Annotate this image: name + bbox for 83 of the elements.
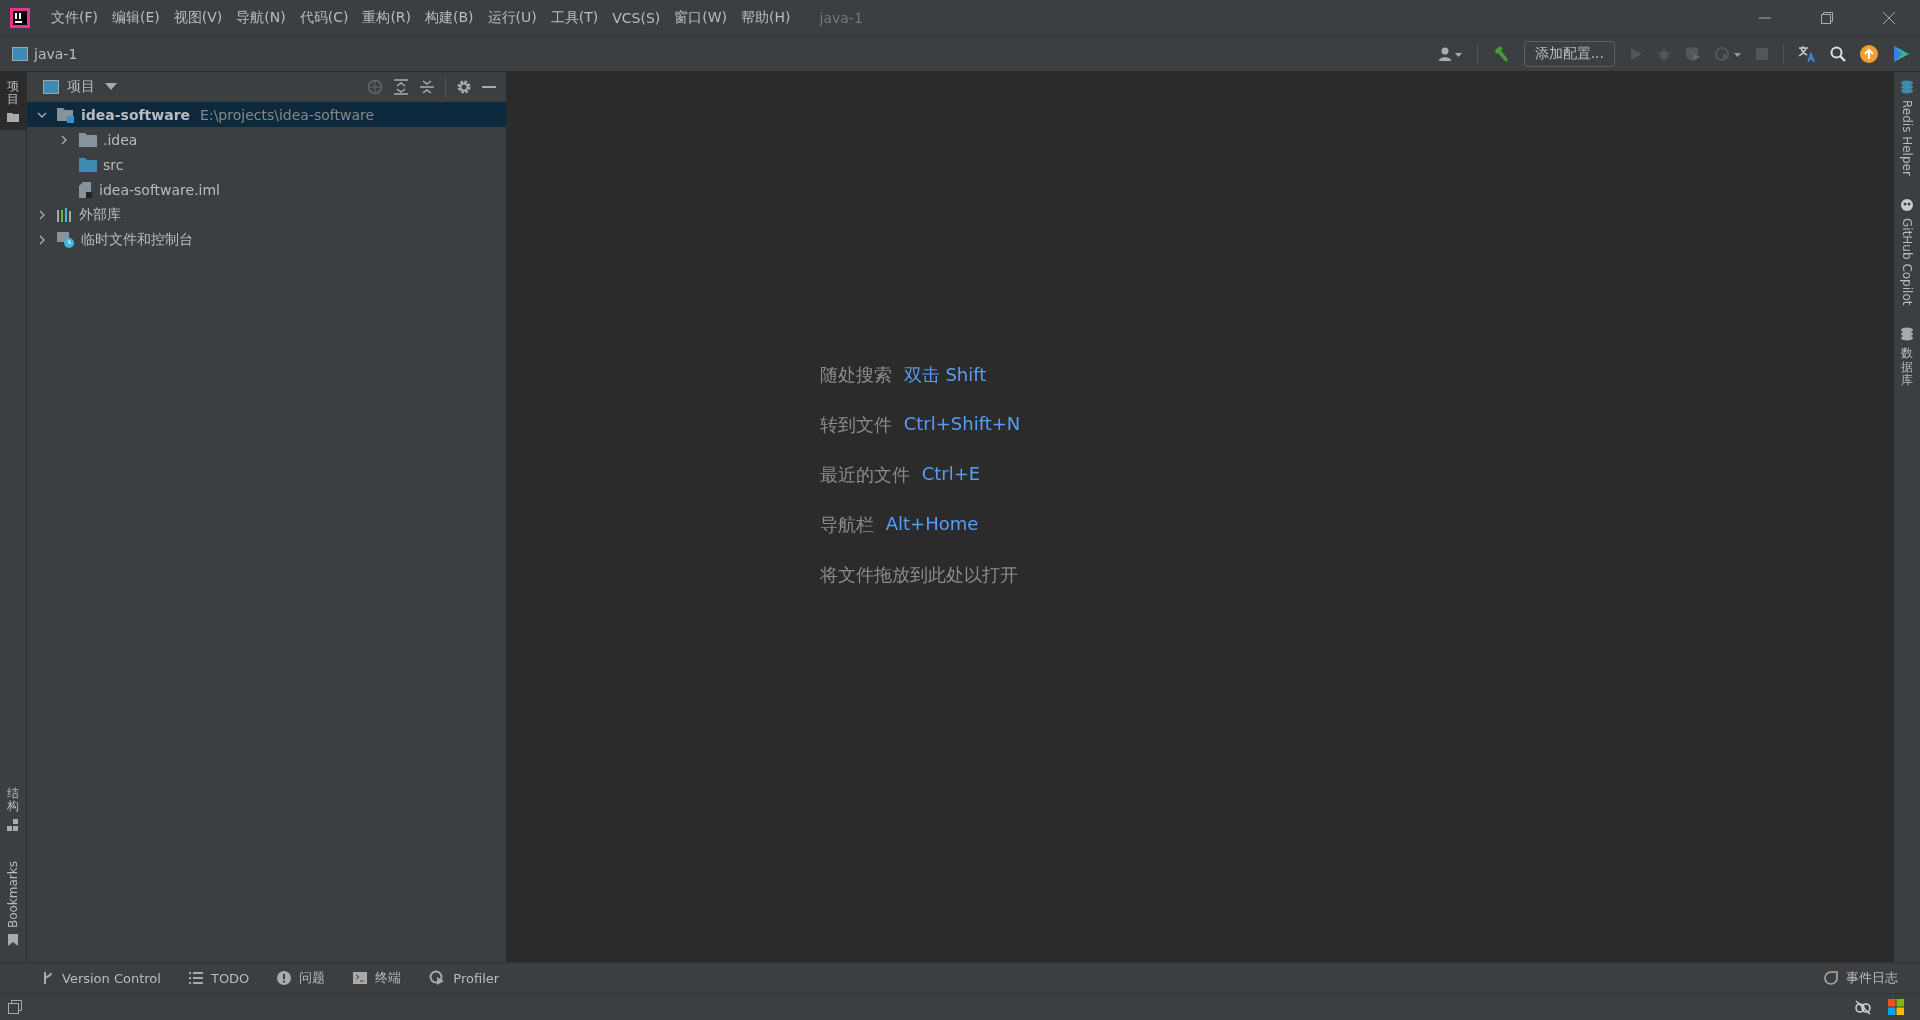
folder-icon xyxy=(7,112,19,123)
translate-icon[interactable] xyxy=(1798,44,1816,63)
structure-tool-tab[interactable]: 结构 xyxy=(0,778,26,839)
bookmark-icon xyxy=(7,934,19,946)
database-icon xyxy=(1901,327,1913,342)
hide-icon[interactable] xyxy=(482,85,496,89)
hint-label: 随处搜索 xyxy=(819,363,892,387)
windows-logo-icon[interactable] xyxy=(1888,999,1904,1015)
menu-item[interactable]: 导航(N) xyxy=(229,8,293,27)
update-icon[interactable] xyxy=(1860,44,1878,63)
hint-label: 将文件拖放到此处以打开 xyxy=(819,563,1018,587)
search-icon[interactable] xyxy=(1830,45,1846,62)
tool-window-button[interactable]: Profiler xyxy=(429,970,500,986)
add-configuration-button[interactable]: 添加配置... xyxy=(1523,40,1615,67)
shortcut-text: 双击 Shift xyxy=(903,363,987,387)
library-icon xyxy=(57,207,73,222)
plugin-tool-tab[interactable]: Redis Helper xyxy=(1894,72,1920,190)
plugin-logo-icon[interactable] xyxy=(1892,44,1910,63)
module-icon xyxy=(12,46,28,61)
hint-label: 导航栏 xyxy=(819,513,874,537)
chevron-right-icon[interactable] xyxy=(37,234,47,245)
chevron-right-icon[interactable] xyxy=(37,209,47,220)
tree-item[interactable]: idea-software.iml xyxy=(27,177,506,202)
copilot-face-icon xyxy=(1900,197,1914,212)
collapse-all-icon[interactable] xyxy=(419,79,435,95)
app-logo-icon xyxy=(10,7,30,28)
project-breadcrumb[interactable]: java-1 xyxy=(34,45,78,62)
database-tool-tab[interactable]: 数据库 xyxy=(1894,319,1920,401)
close-icon[interactable] xyxy=(1882,10,1896,25)
list-icon xyxy=(188,972,203,984)
hint-label: 转到文件 xyxy=(819,413,892,437)
tool-window-button[interactable]: 终端 xyxy=(353,969,402,987)
menu-item[interactable]: VCS(S) xyxy=(605,9,668,26)
folder-icon xyxy=(79,132,97,147)
menu-item[interactable]: 视图(V) xyxy=(166,8,230,27)
menu-item[interactable]: 重构(R) xyxy=(355,8,419,27)
shortcut-text: Alt+Home xyxy=(885,513,979,536)
menu-item[interactable]: 代码(C) xyxy=(292,8,356,27)
layout-toggle-icon[interactable] xyxy=(8,1000,22,1014)
tool-window-button[interactable]: TODO xyxy=(188,970,250,986)
event-log-button[interactable]: 事件日志 xyxy=(1824,969,1898,987)
tree-item[interactable]: 临时文件和控制台 xyxy=(27,227,506,252)
settings-icon[interactable] xyxy=(456,79,472,95)
terminal-icon xyxy=(353,972,368,984)
tree-item[interactable]: .idea xyxy=(27,127,506,152)
tree-item[interactable]: src xyxy=(27,152,506,177)
menu-item[interactable]: 帮助(H) xyxy=(734,8,798,27)
eye-off-icon[interactable] xyxy=(1854,999,1872,1015)
tool-window-button[interactable]: Version Control xyxy=(42,970,161,986)
structure-icon xyxy=(7,818,19,831)
bookmarks-tool-tab[interactable]: Bookmarks xyxy=(0,852,26,954)
module-folder-icon xyxy=(57,106,75,123)
dropdown-icon[interactable] xyxy=(105,83,117,91)
database-icon xyxy=(1901,80,1913,94)
project-view-icon xyxy=(43,80,59,94)
restore-icon[interactable] xyxy=(1820,10,1834,25)
folder-icon xyxy=(79,157,97,172)
warning-icon xyxy=(277,971,292,985)
shortcut-text: Ctrl+Shift+N xyxy=(903,413,1021,436)
tree-item[interactable]: idea-software E:\projects\idea-software xyxy=(27,102,506,127)
window-title: java-1 xyxy=(819,9,863,26)
expand-all-icon[interactable] xyxy=(393,79,409,95)
branch-icon xyxy=(42,971,54,985)
shortcut-text: Ctrl+E xyxy=(921,463,981,486)
speech-bubble-icon xyxy=(1824,971,1838,985)
hint-label: 最近的文件 xyxy=(819,463,910,487)
project-tool-tab[interactable]: 项目 xyxy=(0,72,26,131)
menu-item[interactable]: 工具(T) xyxy=(543,8,606,27)
tool-window-button[interactable]: 问题 xyxy=(277,969,326,987)
chevron-right-icon[interactable] xyxy=(59,134,69,145)
profiler-icon xyxy=(429,970,446,986)
profile-icon[interactable] xyxy=(1715,45,1741,62)
user-icon[interactable] xyxy=(1438,46,1463,61)
file-icon xyxy=(79,181,93,198)
menu-item[interactable]: 窗口(W) xyxy=(667,8,735,27)
tree-item[interactable]: 外部库 xyxy=(27,202,506,227)
plugin-tool-tab[interactable]: GitHub Copilot xyxy=(1894,189,1920,320)
panel-title[interactable]: 项目 xyxy=(67,78,95,96)
menu-item[interactable]: 编辑(E) xyxy=(105,8,167,27)
menu-item[interactable]: 运行(U) xyxy=(480,8,544,27)
menu-item[interactable]: 构建(B) xyxy=(418,8,481,27)
scratch-clock-icon xyxy=(57,231,75,248)
menu-item[interactable]: 文件(F) xyxy=(44,8,105,27)
